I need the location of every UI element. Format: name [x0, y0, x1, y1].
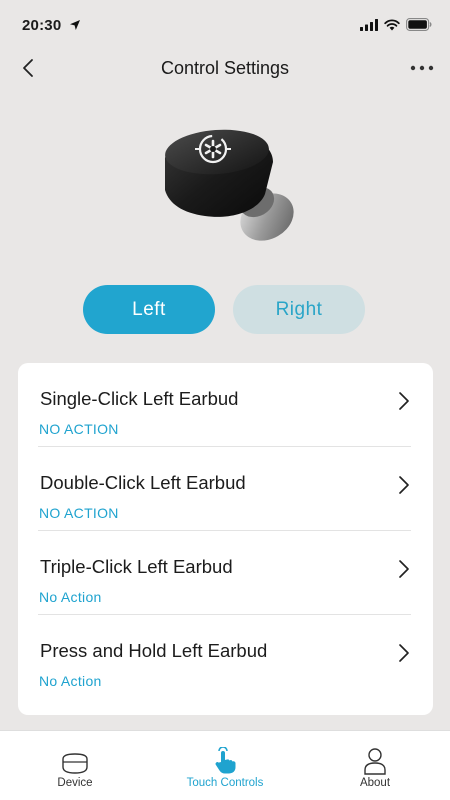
earbud-image	[155, 122, 305, 244]
status-bar: 20:30	[0, 0, 450, 50]
nav-label: About	[359, 777, 391, 789]
control-settings-list: Single-Click Left Earbud NO ACTION Doubl…	[18, 363, 433, 715]
status-right	[360, 16, 432, 35]
row-label: Press and Hold Left Earbud	[40, 640, 268, 661]
chevron-left-icon	[23, 59, 33, 77]
person-icon	[360, 747, 390, 775]
cellular-signal-icon	[360, 16, 378, 35]
row-value: NO ACTION	[39, 505, 119, 521]
row-value: No Action	[39, 589, 102, 605]
row-value: NO ACTION	[39, 421, 119, 437]
wifi-icon	[384, 16, 400, 35]
location-arrow-icon	[69, 16, 81, 35]
row-value: No Action	[39, 673, 102, 689]
row-label: Double-Click Left Earbud	[40, 472, 246, 493]
chevron-right-icon	[399, 644, 409, 662]
nav-about[interactable]: About	[300, 731, 450, 800]
chevron-right-icon	[399, 476, 409, 494]
more-dots-icon	[410, 65, 434, 71]
row-label: Single-Click Left Earbud	[40, 388, 239, 409]
single-click-row[interactable]: Single-Click Left Earbud NO ACTION	[38, 363, 411, 447]
double-click-row[interactable]: Double-Click Left Earbud NO ACTION	[38, 447, 411, 531]
header: Control Settings	[0, 50, 450, 86]
status-left: 20:30	[22, 16, 81, 35]
earbud-case-icon	[60, 747, 90, 775]
right-earbud-tab[interactable]: Right	[233, 285, 365, 334]
nav-label: Touch Controls	[186, 777, 264, 789]
battery-icon	[406, 16, 432, 35]
page-title: Control Settings	[160, 57, 290, 78]
touch-hand-icon	[210, 747, 240, 775]
nav-touch-controls[interactable]: Touch Controls	[150, 731, 300, 800]
triple-click-row[interactable]: Triple-Click Left Earbud No Action	[38, 531, 411, 615]
left-earbud-tab[interactable]: Left	[83, 285, 215, 334]
more-options-button[interactable]	[408, 52, 436, 84]
press-and-hold-row[interactable]: Press and Hold Left Earbud No Action	[38, 615, 411, 699]
row-label: Triple-Click Left Earbud	[40, 556, 233, 577]
chevron-right-icon	[399, 560, 409, 578]
status-time: 20:30	[22, 16, 62, 34]
chevron-right-icon	[399, 392, 409, 410]
nav-device[interactable]: Device	[0, 731, 150, 800]
nav-label: Device	[57, 777, 93, 789]
bottom-nav: Device Touch Controls About	[0, 730, 450, 800]
back-button[interactable]	[14, 52, 42, 84]
